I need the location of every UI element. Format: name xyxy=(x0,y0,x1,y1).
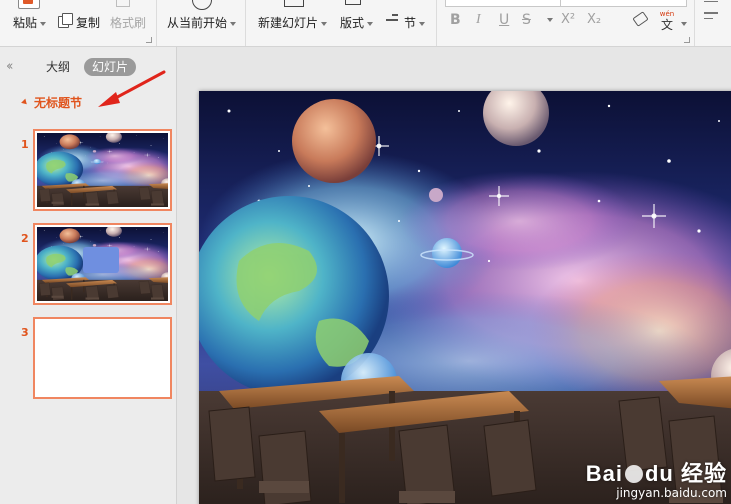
baidu-jingyan-watermark: Bai du 经验 jingyan.baidu.com xyxy=(586,463,727,501)
caret-down-icon xyxy=(419,21,426,26)
slide-thumbnail-image xyxy=(37,133,168,207)
annotation-arrow-icon xyxy=(98,70,166,107)
caret-down-icon xyxy=(230,21,237,26)
watermark-brand: Bai du 经验 xyxy=(585,461,727,486)
clipboard-dialog-launcher-icon[interactable] xyxy=(146,37,152,43)
section-collapse-icon[interactable] xyxy=(21,98,29,107)
slide-thumbnail-image xyxy=(37,227,168,301)
clear-formatting-icon[interactable] xyxy=(632,11,649,27)
slide-number: 3 xyxy=(21,326,29,339)
font-name-and-size-select[interactable] xyxy=(445,0,687,7)
layout-icon xyxy=(345,0,361,5)
section-label: 节 xyxy=(404,16,417,30)
ribbon-divider xyxy=(436,0,437,46)
align-left-icon[interactable] xyxy=(704,12,718,23)
phonetic-pinyin: wén xyxy=(659,10,675,18)
subscript-button[interactable]: X₂ xyxy=(587,12,601,28)
space-restaurant-image xyxy=(37,133,168,207)
new-slide-icon[interactable] xyxy=(284,0,304,7)
caret-down-icon xyxy=(681,22,687,26)
space-restaurant-image xyxy=(199,91,731,504)
slide-thumbnail-2[interactable] xyxy=(33,223,172,305)
section-icon xyxy=(386,14,398,26)
section-button[interactable]: 节 xyxy=(404,16,426,30)
slide-thumbnail-blank xyxy=(37,321,168,395)
line-spacing-icon[interactable] xyxy=(704,0,718,4)
paste-label: 粘贴 xyxy=(13,16,38,30)
format-painter-button[interactable]: 格式刷 xyxy=(110,16,146,30)
ribbon-divider xyxy=(694,0,695,46)
superscript-button[interactable]: X² xyxy=(561,12,575,28)
play-icon[interactable] xyxy=(192,0,212,10)
collapse-pane-icon[interactable]: ‹‹ xyxy=(6,60,14,73)
play-from-current-label: 从当前开始 xyxy=(167,16,228,30)
copy-icon[interactable] xyxy=(58,13,73,28)
caret-down-icon xyxy=(547,18,553,22)
phonetic-guide-button[interactable]: wén 文 xyxy=(656,10,687,36)
watermark-url: jingyan.baidu.com xyxy=(616,486,727,500)
slide-thumbnail-1[interactable] xyxy=(33,129,172,211)
current-slide[interactable]: Bai du 经验 jingyan.baidu.com xyxy=(199,91,731,504)
layout-button[interactable]: 版式 xyxy=(340,16,374,30)
tab-outline[interactable]: 大纲 xyxy=(38,58,78,76)
caret-down-icon xyxy=(40,21,47,26)
baidu-paw-icon xyxy=(624,465,643,483)
slide-number: 2 xyxy=(21,232,29,245)
slide-thumbnail-pane: ‹‹ 大纲 幻灯片 无标题节 1 2 3 xyxy=(0,47,177,504)
underline-button[interactable]: U xyxy=(499,12,509,28)
layout-label: 版式 xyxy=(340,16,365,30)
paste-icon[interactable] xyxy=(18,0,40,9)
ribbon-toolbar: 粘贴 复制 格式刷 从当前开始 新建幻灯片 版式 节 B I U S X² X₂… xyxy=(0,0,731,47)
slide-editing-canvas[interactable]: Bai du 经验 jingyan.baidu.com xyxy=(177,47,731,504)
section-title-label: 无标题节 xyxy=(34,96,83,110)
format-painter-icon xyxy=(116,0,130,7)
new-slide-label: 新建幻灯片 xyxy=(258,16,319,30)
section-header[interactable]: 无标题节 xyxy=(21,96,83,110)
slide-number: 1 xyxy=(21,138,29,151)
placeholder-shape xyxy=(83,247,119,273)
phonetic-char: 文 xyxy=(660,18,673,32)
new-slide-button[interactable]: 新建幻灯片 xyxy=(258,16,328,30)
caret-down-icon xyxy=(367,21,374,26)
ribbon-divider xyxy=(156,0,157,46)
font-dialog-launcher-icon[interactable] xyxy=(684,37,690,43)
slide-thumbnail-3[interactable] xyxy=(33,317,172,399)
copy-button[interactable]: 复制 xyxy=(76,16,100,30)
underline-style-caret[interactable] xyxy=(544,12,553,28)
bold-button[interactable]: B xyxy=(450,12,461,28)
play-from-current-button[interactable]: 从当前开始 xyxy=(167,16,237,30)
caret-down-icon xyxy=(321,21,328,26)
strikethrough-button[interactable]: S xyxy=(522,12,531,28)
italic-button[interactable]: I xyxy=(476,12,481,28)
ribbon-divider xyxy=(245,0,246,46)
paste-button[interactable]: 粘贴 xyxy=(13,16,47,30)
